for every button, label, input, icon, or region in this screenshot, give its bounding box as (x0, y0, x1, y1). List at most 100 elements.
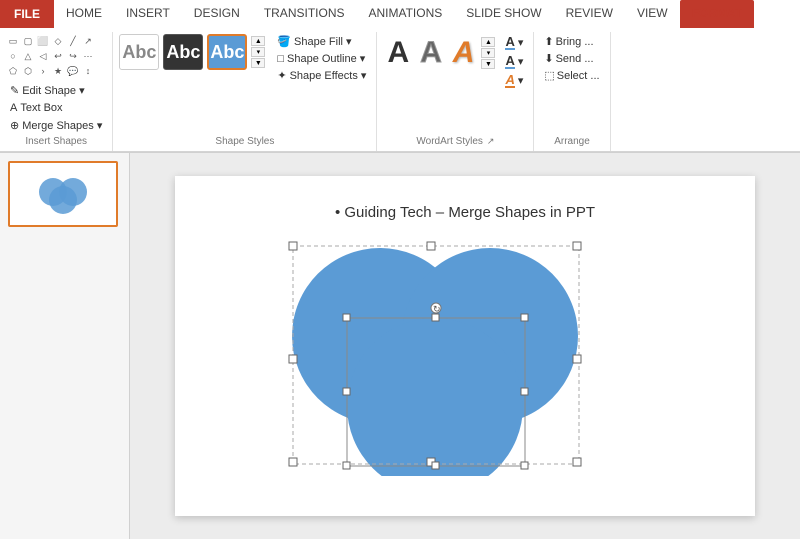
group-insert-shapes: ▭ ▢ ⬜ ◇ ╱ ↗ ○ △ ◁ ↩ ↪ ⋯ ⬠ (0, 32, 113, 151)
text-fill-button[interactable]: A ▾ (501, 34, 527, 51)
group-arrange: ⬆ Bring ... ⬇ Send ... ⬚ Select ... Arra… (534, 32, 610, 151)
canvas-area[interactable]: • Guiding Tech – Merge Shapes in PPT (130, 153, 800, 539)
bring-forward-button[interactable]: ⬆ Bring ... (540, 34, 603, 49)
text-effects-button[interactable]: A ▾ (501, 72, 527, 89)
text-outline-icon: A (505, 54, 514, 69)
wordart-a-plain[interactable]: A (383, 34, 413, 72)
slide-thumbnail-1[interactable] (8, 161, 118, 227)
shape-circle[interactable]: ○ (6, 49, 20, 63)
wordart-scroll-down[interactable]: ▼ (481, 59, 495, 69)
tab-transitions[interactable]: TRANSITIONS (252, 0, 357, 28)
style-swatch-white[interactable]: Abc (119, 34, 159, 70)
inner-handle-tl[interactable] (343, 314, 350, 321)
handle-ml[interactable] (289, 355, 297, 363)
wordart-group: A A A ▲ ▾ ▼ (383, 34, 495, 72)
inner-handle-ml[interactable] (343, 388, 350, 395)
text-outline-button[interactable]: A ▾ (501, 53, 527, 70)
tab-file[interactable]: FILE (0, 0, 54, 28)
text-box-button[interactable]: A Text Box (6, 100, 106, 116)
tab-slideshow[interactable]: SLIDE SHOW (454, 0, 553, 28)
text-effects-icon: A (505, 73, 514, 88)
handle-tr[interactable] (573, 242, 581, 250)
wordart-scroll-up[interactable]: ▲ (481, 37, 495, 47)
tab-format[interactable]: FORMAT (680, 0, 754, 28)
shape-rect[interactable]: ▭ (6, 34, 20, 48)
shape-arrow[interactable]: ↗ (81, 34, 95, 48)
inner-handle-bl[interactable] (343, 462, 350, 469)
merge-shapes-icon: ⊕ (10, 119, 19, 132)
group-shape-styles: Abc Abc Abc ▲ ▾ ▼ 🪣 Shape Fill ▾ □ (113, 32, 377, 151)
ribbon: FILE HOME INSERT DESIGN TRANSITIONS ANIM… (0, 0, 800, 153)
effects-icon: ✦ (277, 69, 286, 82)
arrange-inner: ⬆ Bring ... ⬇ Send ... ⬚ Select ... (540, 34, 603, 134)
shape-pentagon[interactable]: ⬠ (6, 64, 20, 78)
merge-shapes-button[interactable]: ⊕ Merge Shapes ▾ (6, 117, 106, 134)
inner-handle-mr[interactable] (521, 388, 528, 395)
select-button[interactable]: ⬚ Select ... (540, 68, 603, 83)
shape-fill-button[interactable]: 🪣 Shape Fill ▾ (273, 34, 370, 49)
ribbon-content: ▭ ▢ ⬜ ◇ ╱ ↗ ○ △ ◁ ↩ ↪ ⋯ ⬠ (0, 28, 800, 152)
outline-icon: □ (277, 53, 284, 65)
shape-star[interactable]: ★ (51, 64, 65, 78)
wordart-scroll-mid[interactable]: ▾ (481, 48, 495, 58)
shape-curved-arrow[interactable]: ↩ (51, 49, 65, 63)
style-swatch-dark[interactable]: Abc (163, 34, 203, 70)
swatch-scroll-up[interactable]: ▲ (251, 36, 265, 46)
tab-design[interactable]: DESIGN (182, 0, 252, 28)
style-swatches: Abc Abc Abc ▲ ▾ ▼ (119, 34, 265, 70)
wordart-styles-inner: A A A ▲ ▾ ▼ A ▾ A ▾ (383, 34, 527, 134)
shape-triangle[interactable]: △ (21, 49, 35, 63)
shape-styles-label: Shape Styles (215, 134, 274, 149)
text-fill-icon: A (505, 35, 514, 50)
handle-mr[interactable] (573, 355, 581, 363)
handle-tl[interactable] (289, 242, 297, 250)
shape-effects-button[interactable]: ✦ Shape Effects ▾ (273, 68, 370, 83)
insert-shapes-inner: ▭ ▢ ⬜ ◇ ╱ ↗ ○ △ ◁ ↩ ↪ ⋯ ⬠ (6, 34, 106, 134)
shape-bend-arrow[interactable]: ↪ (66, 49, 80, 63)
wordart-styles-label: WordArt Styles ↗ (416, 134, 494, 149)
shape-chevron[interactable]: › (36, 64, 50, 78)
edit-shape-icon: ✎ (10, 84, 19, 97)
edit-shape-button[interactable]: ✎ Edit Shape ▾ (6, 82, 106, 99)
shape-rt-triangle[interactable]: ◁ (36, 49, 50, 63)
inner-handle-tr[interactable] (521, 314, 528, 321)
shapes-container[interactable]: ↻ (265, 236, 605, 476)
shape-hexagon[interactable]: ⬡ (21, 64, 35, 78)
text-box-icon: A (10, 102, 17, 114)
main-area: • Guiding Tech – Merge Shapes in PPT (0, 153, 800, 539)
shape-line[interactable]: ╱ (66, 34, 80, 48)
arrange-label: Arrange (554, 134, 590, 149)
shape-styles-inner: Abc Abc Abc ▲ ▾ ▼ 🪣 Shape Fill ▾ □ (119, 34, 370, 134)
tab-home[interactable]: HOME (54, 0, 114, 28)
swatch-scroll-down[interactable]: ▼ (251, 58, 265, 68)
shape-more[interactable]: ⋯ (81, 49, 95, 63)
fill-bucket-icon: 🪣 (277, 35, 291, 48)
shape-scroll[interactable]: ↕ (81, 64, 95, 78)
shape-parallelogram[interactable]: ◇ (51, 34, 65, 48)
wordart-scroll: ▲ ▾ ▼ (481, 37, 495, 69)
wordart-dialog-icon[interactable]: ↗ (487, 136, 495, 147)
tab-review[interactable]: REVIEW (554, 0, 625, 28)
insert-shapes-label: Insert Shapes (25, 134, 87, 149)
handle-bl[interactable] (289, 458, 297, 466)
inner-handle-bm[interactable] (432, 462, 439, 469)
shape-snip-rect[interactable]: ⬜ (36, 34, 50, 48)
wordart-a-orange[interactable]: A (449, 34, 479, 72)
send-backward-button[interactable]: ⬇ Send ... (540, 51, 603, 66)
tab-animations[interactable]: ANIMATIONS (356, 0, 454, 28)
inner-handle-tm[interactable] (432, 314, 439, 321)
swatch-scroll-mid[interactable]: ▾ (251, 47, 265, 57)
handle-tm[interactable] (427, 242, 435, 250)
inner-handle-br[interactable] (521, 462, 528, 469)
style-swatch-blue[interactable]: Abc (207, 34, 247, 70)
slide-title: • Guiding Tech – Merge Shapes in PPT (175, 204, 755, 221)
shape-callout[interactable]: 💬 (66, 64, 80, 78)
rotate-icon: ↻ (433, 304, 441, 314)
tab-insert[interactable]: INSERT (114, 0, 182, 28)
tab-view[interactable]: VIEW (625, 0, 680, 28)
shapes-grid: ▭ ▢ ⬜ ◇ ╱ ↗ ○ △ ◁ ↩ ↪ ⋯ ⬠ (6, 34, 106, 78)
wordart-a-outline[interactable]: A (416, 34, 446, 72)
shape-rounded-rect[interactable]: ▢ (21, 34, 35, 48)
handle-br[interactable] (573, 458, 581, 466)
shape-outline-button[interactable]: □ Shape Outline ▾ (273, 51, 370, 66)
